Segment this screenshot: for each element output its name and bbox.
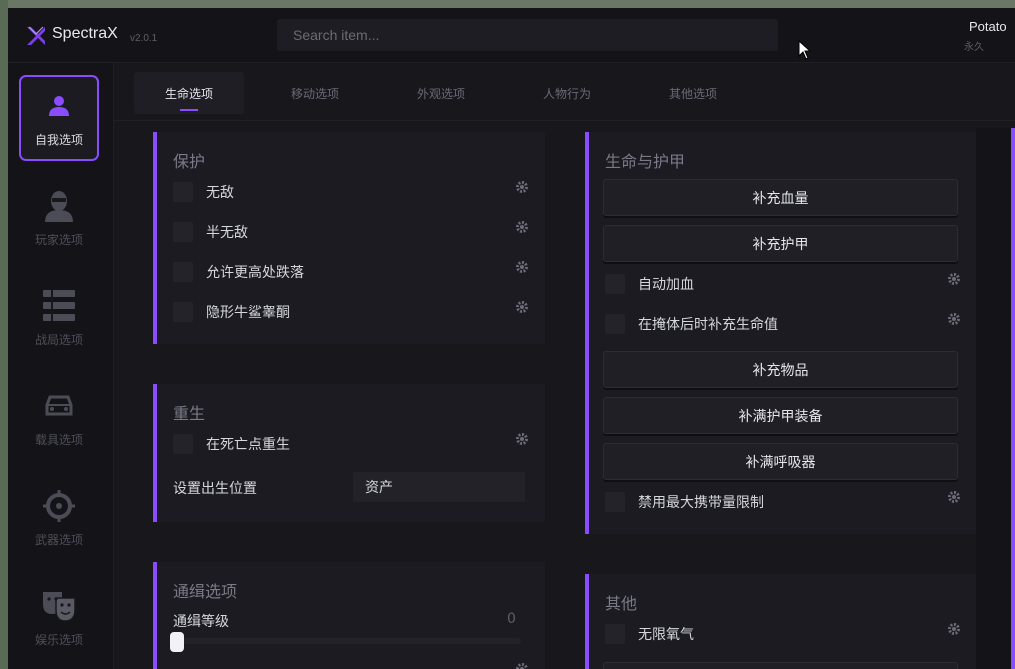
tab-divider [114,120,1015,121]
tab-character-behavior[interactable]: 人物行为 [512,72,622,114]
option-label: 无敌 [206,185,234,201]
sidebar-item-label: 玩家选项 [34,232,83,247]
wanted-panel: 通缉选项 通缉等级 0 [153,562,545,669]
theater-masks-icon [42,589,76,623]
wanted-level-label: 通缉等级 [173,614,229,630]
disable-carry-limit-checkbox[interactable] [605,492,625,512]
sidebar-item-label: 娱乐选项 [34,632,83,647]
section-title: 重生 [173,404,206,423]
background-scenery-left [0,0,8,669]
option-label: 允许更高处跌落 [206,265,304,281]
partial-button[interactable] [603,662,958,669]
wanted-level-slider[interactable] [169,638,521,644]
option-row: 无敌 [173,180,533,204]
masked-player-icon [42,189,76,223]
option-row: 允许更高处跌落 [173,260,533,284]
sidebar-item-vehicle[interactable]: 载具选项 [19,375,99,461]
option-row: 在死亡点重生 [173,432,533,456]
gear-icon[interactable] [947,312,961,326]
full-rebreather-button[interactable]: 补满呼吸器 [603,443,958,480]
option-label: 半无敌 [206,225,248,241]
sidebar-item-self[interactable]: 自我选项 [19,75,99,161]
spawn-location-select[interactable]: 资产 [353,472,525,502]
tab-health[interactable]: 生命选项 [134,72,244,114]
protection-panel: 保护 无敌 半无敌 允许更高处跌落 隐形牛鲨睾酮 [153,132,545,344]
option-row: 在掩体后时补充生命值 [605,312,965,336]
section-title: 通缉选项 [173,582,238,601]
wanted-level-slider-thumb[interactable] [170,632,184,652]
option-row: 半无敌 [173,220,533,244]
section-title: 生命与护甲 [605,152,686,171]
scrollbar[interactable] [1011,128,1015,669]
gear-icon[interactable] [515,662,529,669]
refill-items-button[interactable]: 补充物品 [603,351,958,388]
infinite-oxygen-checkbox[interactable] [605,624,625,644]
sidebar-item-label: 自我选项 [34,132,83,147]
scroll-gutter [976,128,1011,669]
refill-health-button[interactable]: 补充血量 [603,179,958,216]
respawn-at-death-checkbox[interactable] [173,434,193,454]
spectrax-logo-icon [27,26,45,45]
option-row: 禁用最大携带量限制 [605,490,965,514]
invisible-bullshark-checkbox[interactable] [173,302,193,322]
background-scenery-top [0,0,1015,8]
sidebar-item-entertainment[interactable]: 娱乐选项 [19,575,99,661]
option-label: 自动加血 [638,277,694,293]
other-panel: 其他 无限氧气 [585,574,977,669]
respawn-panel: 重生 在死亡点重生 设置出生位置 资产 [153,384,545,522]
crosshair-icon [42,489,76,523]
app-window: SpectraX v2.0.1 Potato 永久 自我选项 玩家选项 战局选项 [8,8,1015,669]
tab-bar: 生命选项 移动选项 外观选项 人物行为 其他选项 [134,72,1004,114]
gear-icon[interactable] [515,180,529,194]
refill-armor-button[interactable]: 补充护甲 [603,225,958,262]
semi-invincible-checkbox[interactable] [173,222,193,242]
section-title: 其他 [605,594,638,613]
sidebar-item-session[interactable]: 战局选项 [19,275,99,361]
auto-heal-checkbox[interactable] [605,274,625,294]
option-label: 禁用最大携带量限制 [638,495,764,511]
sidebar-item-players[interactable]: 玩家选项 [19,175,99,261]
gear-icon[interactable] [947,622,961,636]
sidebar: 自我选项 玩家选项 战局选项 载具选项 武器选项 娱乐选项 [8,63,114,669]
gear-icon[interactable] [515,432,529,446]
sidebar-item-label: 武器选项 [34,532,83,547]
gear-icon[interactable] [515,260,529,274]
cover-heal-checkbox[interactable] [605,314,625,334]
mouse-cursor-icon [798,40,812,60]
user-name: Potato [969,19,1007,34]
session-list-icon [42,289,76,323]
option-label: 在死亡点重生 [206,437,290,453]
brand-name: SpectraX [52,25,118,42]
health-armor-panel: 生命与护甲 补充血量 补充护甲 自动加血 在掩体后时补充生命值 补充物品 补满护… [585,132,977,534]
person-icon [42,89,76,123]
option-row: 无限氧气 [605,622,965,646]
gear-icon[interactable] [947,490,961,504]
tab-appearance[interactable]: 外观选项 [386,72,496,114]
option-row: 自动加血 [605,272,965,296]
sidebar-item-weapon[interactable]: 武器选项 [19,475,99,561]
option-label: 在掩体后时补充生命值 [638,317,778,333]
invincible-checkbox[interactable] [173,182,193,202]
gear-icon[interactable] [947,272,961,286]
option-label: 隐形牛鲨睾酮 [206,305,290,321]
sidebar-item-label: 载具选项 [34,432,83,447]
title-bar: SpectraX v2.0.1 Potato 永久 [8,8,1015,63]
gear-icon[interactable] [515,300,529,314]
sidebar-item-label: 战局选项 [34,332,83,347]
high-fall-checkbox[interactable] [173,262,193,282]
gear-icon[interactable] [515,220,529,234]
tab-other[interactable]: 其他选项 [638,72,748,114]
option-row: 隐形牛鲨睾酮 [173,300,533,324]
option-label: 无限氧气 [638,627,694,643]
search-input[interactable] [277,19,778,51]
license-type: 永久 [964,42,984,53]
spawn-location-label: 设置出生位置 [173,481,257,497]
full-armor-gear-button[interactable]: 补满护甲装备 [603,397,958,434]
version-label: v2.0.1 [130,33,158,44]
section-title: 保护 [173,152,206,171]
tab-movement[interactable]: 移动选项 [260,72,370,114]
car-icon [42,389,76,423]
wanted-level-value: 0 [507,611,516,627]
